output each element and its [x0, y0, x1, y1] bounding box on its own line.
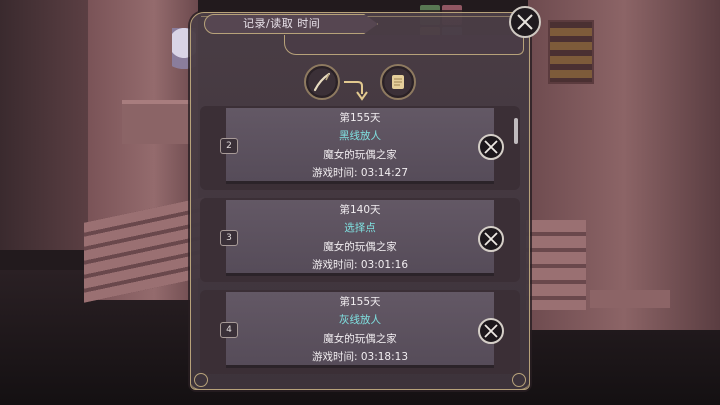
slot-location: 魔女的玩偶之家 — [323, 149, 397, 161]
close-icon — [484, 140, 498, 154]
panel-title: 记录/读取 时间 — [204, 14, 378, 34]
delete-slot-button[interactable] — [478, 134, 504, 160]
ledge — [590, 290, 670, 308]
delete-slot-button[interactable] — [478, 226, 504, 252]
panel-subheader — [284, 35, 524, 55]
slot-playtime: 游戏时间: 03:14:27 — [311, 167, 409, 179]
slot-location: 魔女的玩偶之家 — [323, 241, 397, 253]
load-mode-button[interactable] — [380, 64, 416, 100]
slot-route: 灰线放人 — [339, 314, 381, 326]
slot-playtime: 游戏时间: 03:01:16 — [311, 259, 409, 271]
panel-bottom-ornament — [190, 370, 530, 390]
slot-route: 选择点 — [344, 222, 376, 234]
slot-location: 魔女的玩偶之家 — [323, 333, 397, 345]
curved-arrow-down-icon — [344, 81, 368, 101]
right-staircase — [526, 220, 586, 310]
quill-pen-icon — [313, 72, 331, 92]
bookshelf — [548, 20, 594, 84]
close-icon — [517, 14, 533, 30]
writing-desk — [122, 100, 192, 144]
scroll-icon — [392, 75, 404, 89]
close-panel-button[interactable] — [509, 6, 541, 38]
slot-playtime: 游戏时间: 03:18:13 — [311, 351, 409, 363]
slot-day: 第140天 — [339, 204, 381, 216]
save-slot[interactable]: 3 第140天 选择点 魔女的玩偶之家 游戏时间: 03:01:16 — [200, 198, 520, 282]
slot-day: 第155天 — [339, 112, 381, 124]
left-back-wall — [0, 0, 88, 250]
save-mode-button[interactable] — [304, 64, 340, 100]
close-icon — [484, 232, 498, 246]
save-slot[interactable]: 4 第155天 灰线放人 魔女的玩偶之家 游戏时间: 03:18:13 — [200, 290, 520, 374]
save-slot[interactable]: 2 第155天 黑线放人 魔女的玩偶之家 游戏时间: 03:14:27 — [200, 106, 520, 190]
slot-route: 黑线放人 — [339, 130, 381, 142]
close-icon — [484, 324, 498, 338]
slot-day: 第155天 — [339, 296, 381, 308]
delete-slot-button[interactable] — [478, 318, 504, 344]
ornament-circle — [194, 373, 208, 387]
ornament-circle — [512, 373, 526, 387]
scrollbar-thumb[interactable] — [514, 118, 518, 144]
